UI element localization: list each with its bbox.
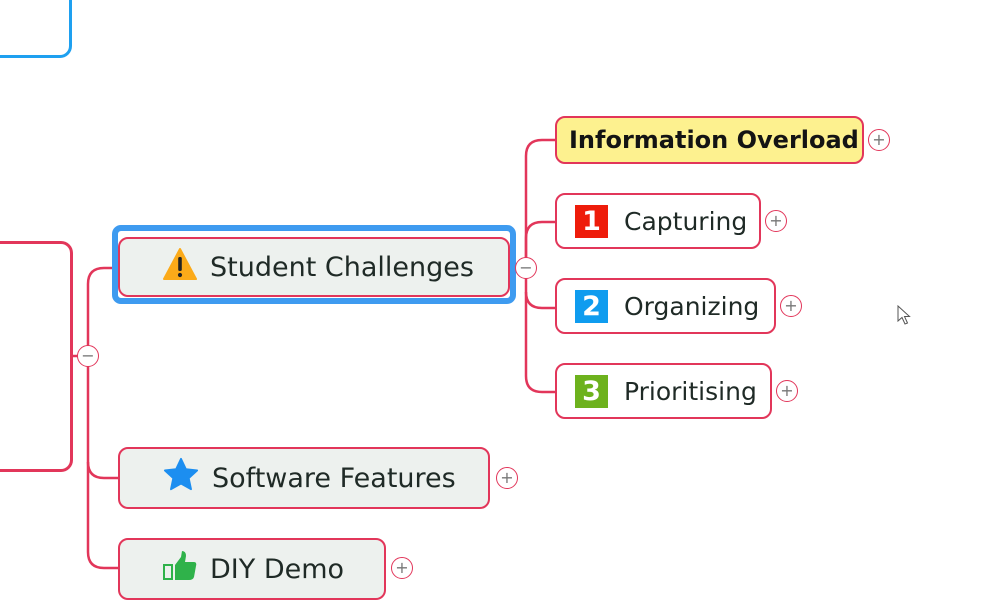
collapse-central-button[interactable]: − (77, 345, 99, 367)
topic-label: Prioritising (624, 376, 757, 406)
expand-prioritising-button[interactable]: + (776, 380, 798, 402)
connector-sub-4 (524, 292, 556, 394)
topic-label: Capturing (624, 206, 748, 236)
topic-student-challenges[interactable]: Student Challenges (118, 237, 510, 297)
topic-capturing[interactable]: 1 Capturing (555, 193, 761, 249)
mouse-cursor-icon (897, 304, 913, 331)
topic-diy-demo[interactable]: DIY Demo (118, 538, 386, 600)
connector-main-2 (86, 356, 120, 480)
expand-information-overload-button[interactable]: + (868, 129, 890, 151)
thumbs-up-icon (162, 549, 198, 590)
topic-information-overload[interactable]: Information Overload (555, 116, 864, 164)
mindmap-canvas[interactable]: − Student Challenges − Information Overl… (0, 0, 1000, 613)
expand-capturing-button[interactable]: + (765, 210, 787, 232)
priority-1-icon: 1 (575, 204, 608, 238)
topic-label: Organizing (624, 291, 760, 321)
connector-sub-1 (524, 138, 556, 268)
topic-software-features[interactable]: Software Features (118, 447, 490, 509)
topic-label: Software Features (212, 462, 456, 494)
topic-label: DIY Demo (210, 553, 345, 585)
root-topic-frame-partial[interactable] (0, 0, 72, 58)
star-icon (162, 457, 200, 500)
priority-2-icon: 2 (575, 289, 608, 323)
expand-diy-demo-button[interactable]: + (391, 557, 413, 579)
central-topic-frame[interactable] (0, 241, 73, 472)
topic-organizing[interactable]: 2 Organizing (555, 278, 776, 334)
expand-organizing-button[interactable]: + (780, 295, 802, 317)
connector-main-3 (86, 462, 120, 570)
branch-lines (72, 138, 556, 570)
warning-icon (162, 247, 198, 288)
collapse-student-challenges-button[interactable]: − (515, 257, 537, 279)
priority-3-icon: 3 (575, 374, 608, 408)
topic-prioritising[interactable]: 3 Prioritising (555, 363, 772, 419)
topic-label: Student Challenges (210, 251, 474, 283)
expand-software-features-button[interactable]: + (496, 467, 518, 489)
topic-label: Information Overload (569, 126, 859, 154)
